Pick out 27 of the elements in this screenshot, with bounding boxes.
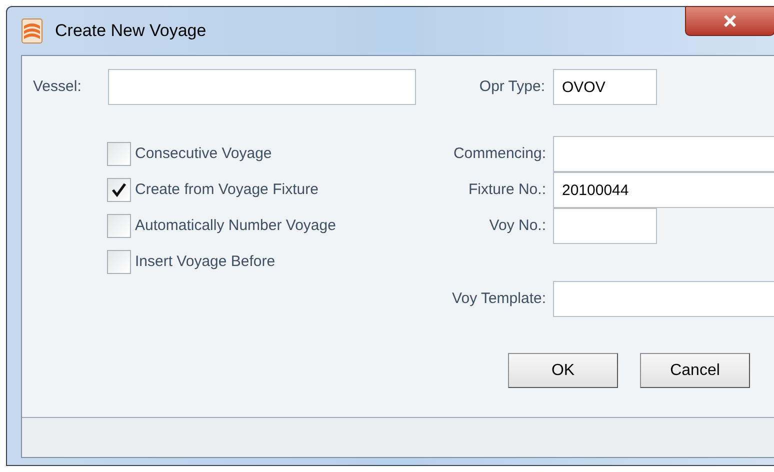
- dialog-button[interactable]: OK: [508, 353, 618, 388]
- dialog-button[interactable]: Cancel: [640, 353, 750, 388]
- window-title: Create New Voyage: [55, 20, 206, 42]
- checkbox[interactable]: [107, 142, 131, 166]
- close-button[interactable]: [685, 6, 774, 36]
- field-label: Commencing:: [453, 144, 546, 164]
- checkbox[interactable]: [107, 250, 131, 274]
- checkbox[interactable]: [107, 214, 131, 238]
- field-label: Vessel:: [33, 76, 82, 97]
- checkbox-label: Consecutive Voyage: [135, 144, 272, 164]
- field-label: Opr Type:: [478, 76, 546, 97]
- text-field[interactable]: 20100044: [553, 172, 774, 208]
- checkbox-label: Create from Voyage Fixture: [135, 180, 318, 200]
- text-field[interactable]: [108, 69, 416, 105]
- checkmark-icon: [111, 182, 127, 198]
- field-label: Voy No.:: [489, 216, 546, 236]
- checkbox-label: Automatically Number Voyage: [135, 216, 336, 236]
- text-field[interactable]: [553, 208, 657, 244]
- close-icon: [723, 14, 737, 28]
- checkbox-label: Insert Voyage Before: [135, 252, 276, 272]
- text-field[interactable]: [553, 281, 774, 317]
- checkbox[interactable]: [107, 178, 131, 202]
- field-label: Fixture No.:: [468, 180, 546, 200]
- field-label: Voy Template:: [452, 288, 546, 309]
- text-field[interactable]: OVOV: [553, 69, 657, 105]
- text-field[interactable]: [553, 136, 774, 172]
- app-logo-icon: [21, 18, 43, 44]
